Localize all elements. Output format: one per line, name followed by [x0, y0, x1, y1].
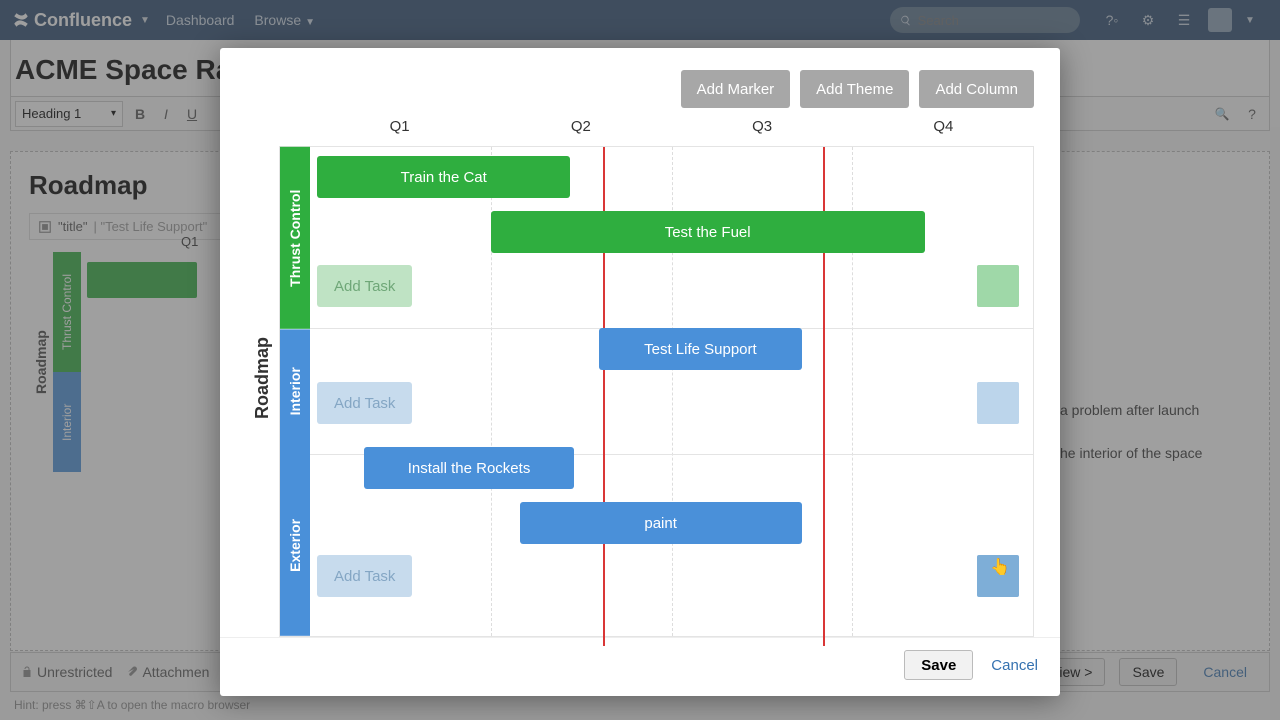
modal-cancel-button[interactable]: Cancel	[991, 657, 1038, 674]
add-task-interior[interactable]: Add Task	[317, 382, 412, 424]
bar-test-the-fuel[interactable]: Test the Fuel	[491, 211, 925, 253]
bar-install-rockets[interactable]: Install the Rockets	[364, 447, 574, 489]
modal-save-button[interactable]: Save	[904, 650, 973, 680]
add-column-button[interactable]: Add Column	[919, 70, 1034, 108]
add-marker-button[interactable]: Add Marker	[681, 70, 791, 108]
modal-overlay: Add Marker Add Theme Add Column Roadmap …	[0, 0, 1280, 720]
swatch-blue[interactable]	[977, 555, 1019, 597]
col-q4[interactable]: Q4	[853, 118, 1034, 146]
lane-interior[interactable]: Interior	[280, 329, 310, 454]
col-q1[interactable]: Q1	[309, 118, 490, 146]
bar-paint[interactable]: paint	[520, 502, 802, 544]
col-q2[interactable]: Q2	[490, 118, 671, 146]
col-q3[interactable]: Q3	[672, 118, 853, 146]
roadmap-vertical-label: Roadmap	[246, 118, 279, 637]
swatch-blue-light[interactable]	[977, 382, 1019, 424]
add-task-thrust[interactable]: Add Task	[317, 265, 412, 307]
add-task-exterior[interactable]: Add Task	[317, 555, 412, 597]
bar-test-life-support[interactable]: Test Life Support	[599, 328, 801, 370]
swatch-green[interactable]	[977, 265, 1019, 307]
bar-train-the-cat[interactable]: Train the Cat	[317, 156, 570, 198]
add-theme-button[interactable]: Add Theme	[800, 70, 909, 108]
lane-thrust-control[interactable]: Thrust Control	[280, 147, 310, 329]
roadmap-modal: Add Marker Add Theme Add Column Roadmap …	[220, 48, 1060, 696]
lane-exterior[interactable]: Exterior	[280, 454, 310, 636]
